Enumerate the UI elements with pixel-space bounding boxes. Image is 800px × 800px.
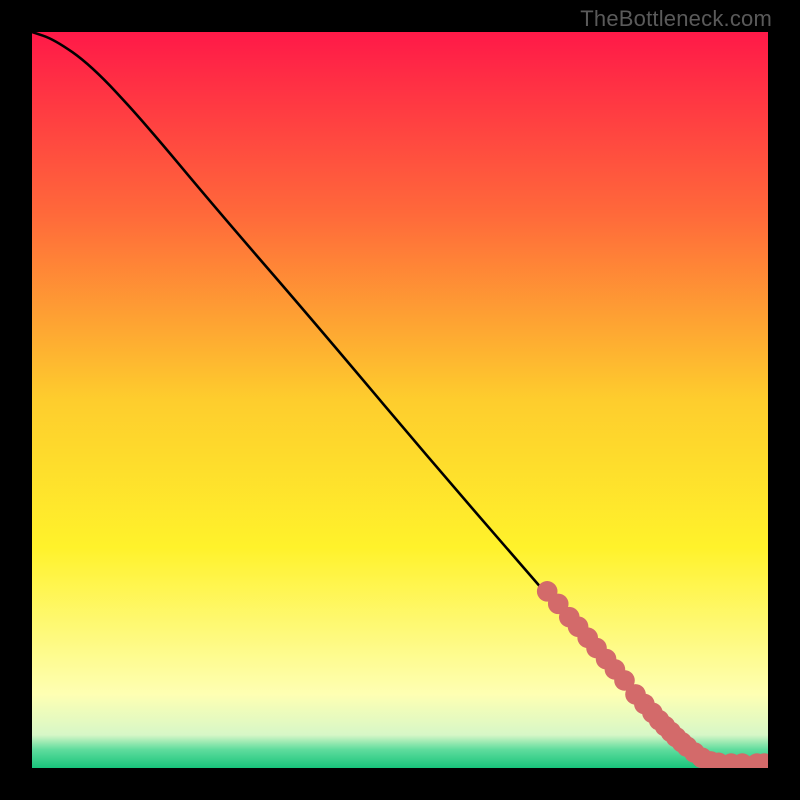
plot-area: [32, 32, 768, 768]
chart-stage: TheBottleneck.com: [0, 0, 800, 800]
watermark-text: TheBottleneck.com: [580, 6, 772, 32]
chart-svg: [32, 32, 768, 768]
gradient-background: [32, 32, 768, 768]
